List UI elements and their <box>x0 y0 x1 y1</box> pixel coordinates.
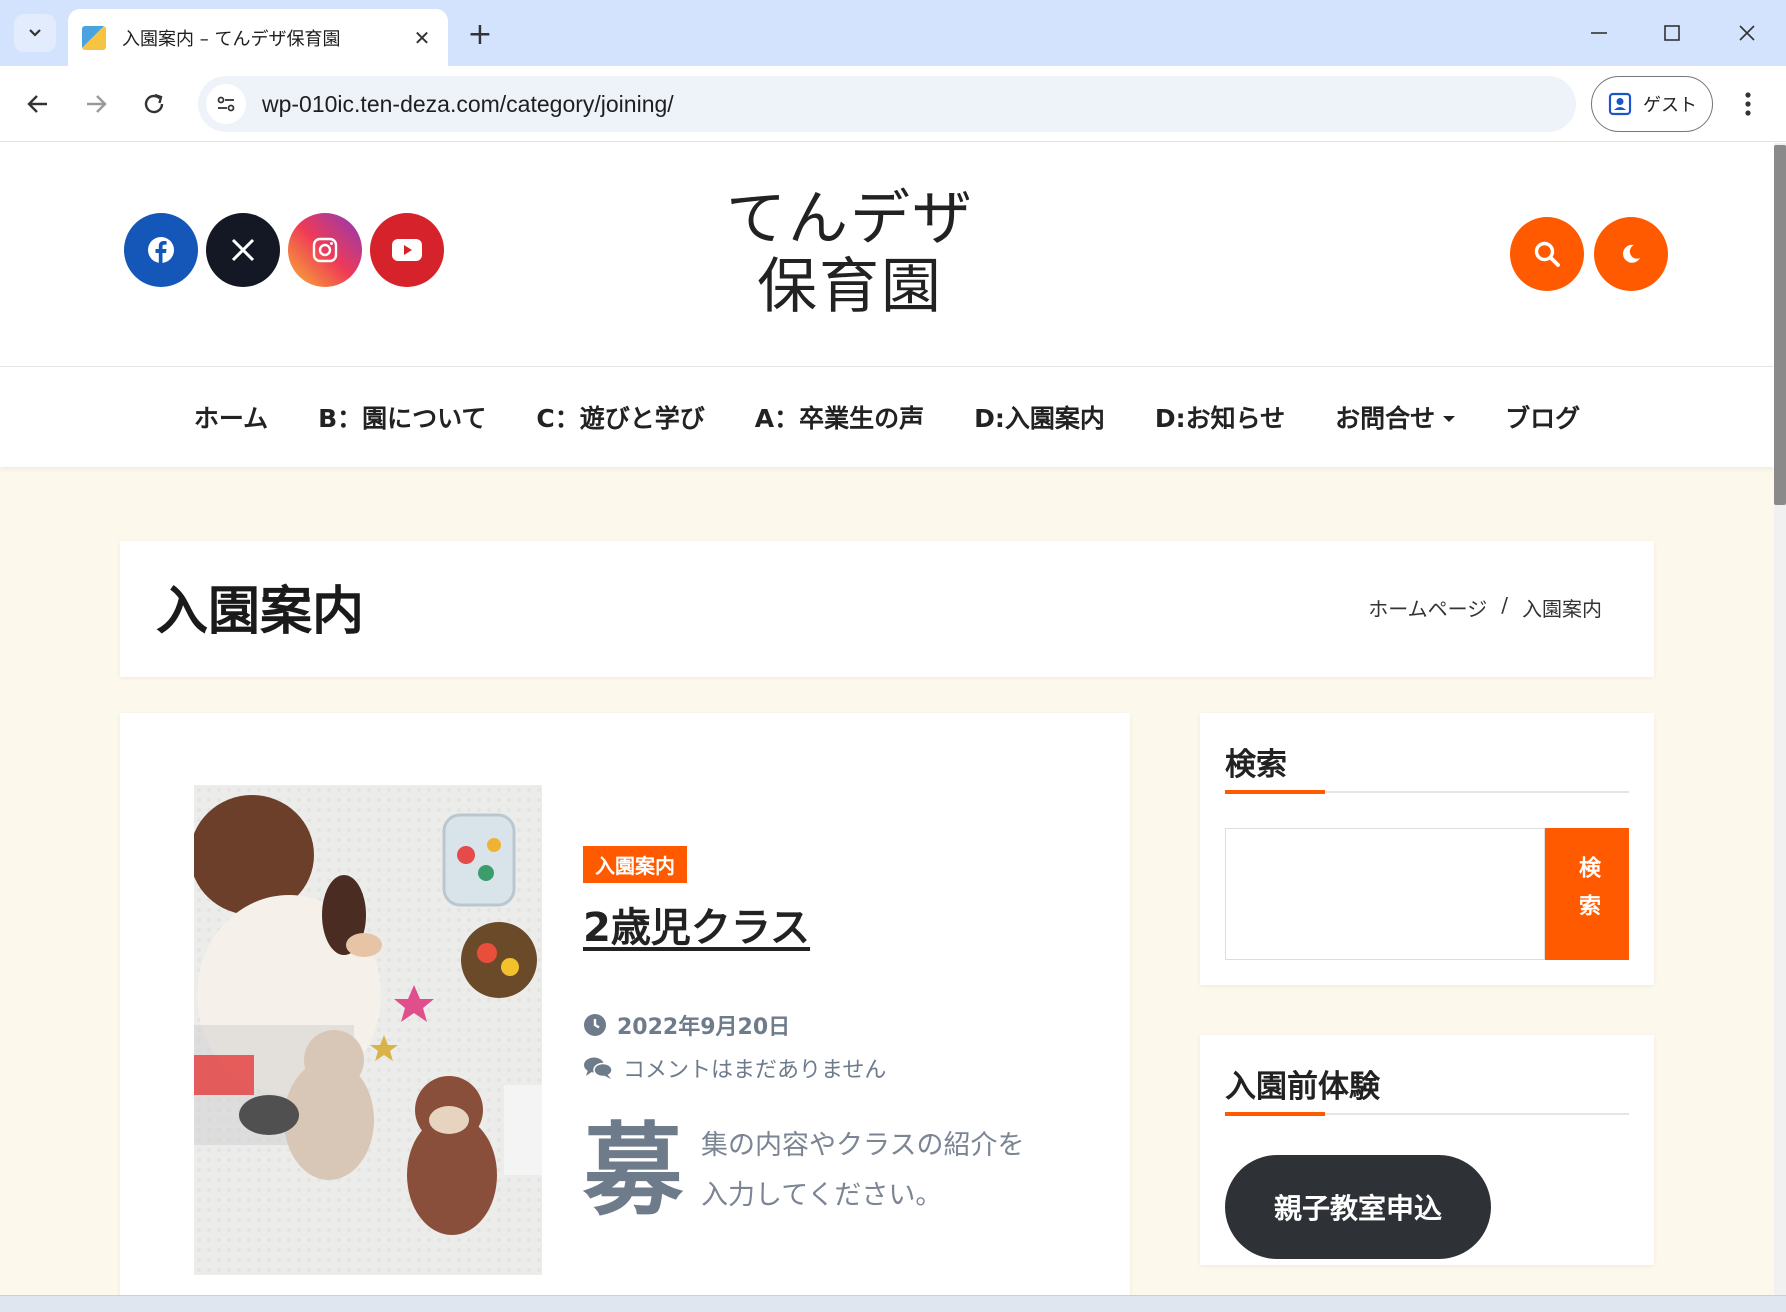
widget-divider-accent <box>1225 790 1325 794</box>
sidebar-search-button[interactable]: 検索 <box>1545 828 1629 960</box>
more-vertical-icon <box>1745 92 1751 116</box>
reload-icon <box>144 93 164 114</box>
post-date-text: 2022年9月20日 <box>617 1015 791 1040</box>
facebook-icon <box>148 237 174 263</box>
dropdown-caret-icon <box>1443 416 1456 422</box>
browser-menu-button[interactable] <box>1730 84 1766 124</box>
page-title-card: 入園案内 ホームページ / 入園案内 <box>120 541 1654 677</box>
nav-item-label: ホーム <box>193 404 269 433</box>
nav-item-home[interactable]: ホーム <box>169 399 293 435</box>
instagram-link[interactable] <box>288 213 362 287</box>
new-tab-button[interactable]: + <box>462 16 498 52</box>
breadcrumb-current: 入園案内 <box>1522 597 1602 621</box>
page-scrollbar[interactable] <box>1774 143 1786 1295</box>
nav-item-play-learn[interactable]: C：遊びと学び <box>511 399 729 435</box>
header-search-button[interactable] <box>1510 217 1584 291</box>
reload-button[interactable] <box>132 82 176 126</box>
site-header: てんデザ 保育園 <box>0 143 1774 367</box>
x-logo-icon <box>231 238 255 262</box>
main-navigation: ホーム B：園について C：遊びと学び A：卒業生の声 D:入園案内 D:お知ら… <box>0 367 1774 467</box>
tune-icon <box>217 96 235 112</box>
trial-widget: 入園前体験 親子教室申込 <box>1200 1035 1654 1265</box>
post-comments[interactable]: コメントはまだありません <box>583 1052 886 1084</box>
profile-icon <box>1608 92 1632 116</box>
excerpt-line: 入力してください。 <box>701 1180 943 1211</box>
tab-title: 入園案内 – てんデザ保育園 <box>122 28 341 50</box>
moon-icon <box>1623 244 1640 263</box>
post-card: 入園案内 2歳児クラス 2022年9月20日 コメントはまだありません 募 集の… <box>120 713 1130 1295</box>
nav-item-label: C：遊びと学び <box>536 404 705 433</box>
nav-item-about[interactable]: B：園について <box>293 399 511 435</box>
nav-item-label: ブログ <box>1505 404 1581 433</box>
instagram-icon <box>312 237 338 263</box>
maximize-button[interactable] <box>1647 12 1697 54</box>
url-text: wp-010ic.ten-deza.com/category/joining/ <box>262 90 674 117</box>
nav-item-label: お問合せ <box>1335 404 1436 433</box>
comments-icon <box>584 1057 613 1079</box>
site-info-button[interactable] <box>206 84 246 124</box>
clock-icon <box>584 1014 606 1036</box>
page-title: 入園案内 <box>156 582 365 642</box>
address-bar[interactable]: wp-010ic.ten-deza.com/category/joining/ <box>198 76 1576 132</box>
page-viewport: てんデザ 保育園 ホーム B：園について C：遊びと学び A：卒業生の声 D:入… <box>0 143 1786 1295</box>
youtube-icon <box>392 239 422 261</box>
post-date[interactable]: 2022年9月20日 <box>583 1009 790 1041</box>
excerpt-text: 集の内容やクラスの紹介を 入力してください。 <box>701 1121 1024 1221</box>
post-comments-text: コメントはまだありません <box>623 1058 887 1083</box>
browser-toolbar: wp-010ic.ten-deza.com/category/joining/ … <box>0 66 1786 142</box>
nav-item-admission[interactable]: D:入園案内 <box>949 399 1130 435</box>
excerpt-dropcap: 募 <box>583 1112 683 1229</box>
nav-item-blog[interactable]: ブログ <box>1480 399 1605 435</box>
browser-tab-bar: 入園案内 – てんデザ保育園 ✕ + <box>0 0 1786 66</box>
dark-mode-toggle[interactable] <box>1594 217 1668 291</box>
logo-line2: 保育園 <box>757 252 943 322</box>
widget-title: 入園前体験 <box>1225 1069 1380 1105</box>
breadcrumb-home-link[interactable]: ホームページ <box>1368 593 1487 622</box>
post-excerpt: 募 集の内容やクラスの紹介を 入力してください。 <box>583 1121 1053 1221</box>
maximize-icon <box>1664 25 1680 41</box>
youtube-link[interactable] <box>370 213 444 287</box>
site-favicon-icon <box>82 25 106 50</box>
x-link[interactable] <box>206 213 280 287</box>
forward-arrow-icon <box>87 95 107 113</box>
category-badge[interactable]: 入園案内 <box>583 846 687 883</box>
site-logo[interactable]: てんデザ 保育園 <box>700 185 1000 321</box>
profile-button[interactable]: ゲスト <box>1591 76 1713 132</box>
close-tab-icon[interactable]: ✕ <box>410 26 434 50</box>
baby-with-toys-image <box>194 785 542 1275</box>
logo-line1: てんデザ <box>726 184 974 254</box>
os-taskbar <box>0 1295 1786 1312</box>
widget-divider-accent <box>1225 1112 1325 1116</box>
profile-label: ゲスト <box>1643 95 1697 116</box>
back-button[interactable] <box>16 82 60 126</box>
widget-title: 検索 <box>1225 747 1287 783</box>
back-arrow-icon <box>27 95 47 113</box>
post-title-link[interactable]: 2歳児クラス <box>583 895 810 953</box>
nav-item-label: D:お知らせ <box>1154 404 1286 433</box>
scrollbar-thumb[interactable] <box>1774 145 1786 505</box>
post-thumbnail[interactable] <box>194 785 542 1275</box>
nav-item-label: A：卒業生の声 <box>754 404 925 433</box>
breadcrumb-separator: / <box>1501 593 1508 617</box>
chevron-down-icon <box>29 29 41 37</box>
tab-search-button[interactable] <box>14 14 56 52</box>
close-window-button[interactable] <box>1722 12 1772 54</box>
sidebar-search-input[interactable] <box>1225 828 1545 960</box>
facebook-link[interactable] <box>124 213 198 287</box>
browser-tab-active[interactable]: 入園案内 – てんデザ保育園 ✕ <box>68 9 448 66</box>
nav-item-label: B：園について <box>318 404 487 433</box>
minimize-button[interactable] <box>1574 12 1624 54</box>
close-icon <box>1739 25 1755 41</box>
nav-item-news[interactable]: D:お知らせ <box>1130 399 1310 435</box>
minimize-icon <box>1591 32 1607 34</box>
forward-button[interactable] <box>74 82 118 126</box>
nav-item-contact[interactable]: お問合せ <box>1310 399 1480 435</box>
search-icon <box>1534 241 1560 267</box>
excerpt-line: 集の内容やクラスの紹介を <box>701 1130 1025 1161</box>
nav-item-graduates[interactable]: A：卒業生の声 <box>730 399 949 435</box>
parent-child-class-apply-button[interactable]: 親子教室申込 <box>1225 1155 1491 1259</box>
search-widget: 検索 検索 <box>1200 713 1654 985</box>
breadcrumb: ホームページ / 入園案内 <box>1368 593 1602 622</box>
nav-item-label: D:入園案内 <box>974 404 1105 433</box>
